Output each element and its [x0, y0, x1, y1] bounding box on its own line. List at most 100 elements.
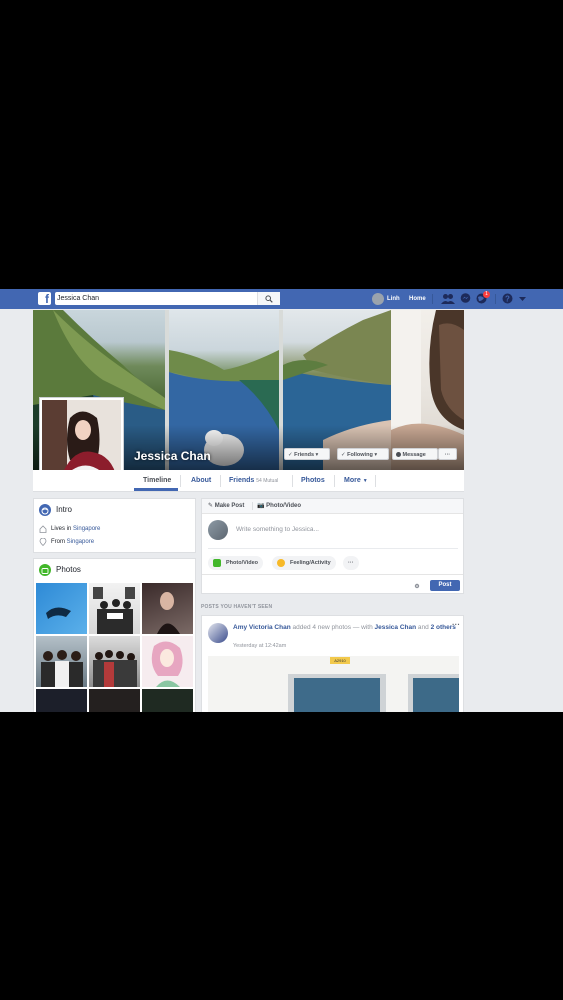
- pencil-icon: ✎: [208, 503, 214, 509]
- post-composer: ✎ Make Post 📷 Photo/Video Write somethin…: [201, 498, 464, 594]
- photo-thumbnail[interactable]: [36, 636, 87, 687]
- post-author-avatar[interactable]: [208, 623, 228, 643]
- from-link[interactable]: Singapore: [67, 539, 94, 545]
- search-icon: [265, 295, 273, 303]
- photos-title: Photos: [56, 565, 81, 574]
- friend-requests-icon[interactable]: [441, 293, 455, 305]
- post-timestamp[interactable]: Yesterday at 12:42am: [233, 643, 286, 649]
- topbar-divider: [432, 294, 433, 304]
- photo-video-button[interactable]: Photo/Video: [208, 556, 263, 570]
- post-header-text: Amy Victoria Chan added 4 new photos — w…: [233, 623, 458, 633]
- home-link[interactable]: Home: [409, 289, 426, 309]
- check-icon: ✓: [341, 452, 346, 458]
- post-tagged-link[interactable]: Jessica Chan: [375, 624, 417, 631]
- post-author-link[interactable]: Amy Victoria Chan: [233, 624, 291, 631]
- post-and-text: and: [416, 624, 431, 631]
- composer-footer-divider: [202, 574, 463, 575]
- location-pin-icon: [39, 538, 47, 546]
- photo-icon: [213, 559, 221, 567]
- home-icon: [39, 525, 47, 533]
- photo-video-button-label: Photo/Video: [226, 560, 258, 566]
- post-button[interactable]: Post: [430, 580, 460, 591]
- composer-avatar: [208, 520, 228, 540]
- photo-thumbnail[interactable]: [89, 636, 140, 687]
- tab-make-post[interactable]: ✎ Make Post: [208, 499, 244, 513]
- check-icon: ✓: [288, 452, 293, 458]
- mutual-friends-count: 54 Mutual: [256, 478, 279, 484]
- profile-nav: Timeline About Friends 54 Mutual Photos …: [33, 470, 464, 492]
- photos-icon: [39, 564, 51, 576]
- nav-divider: [180, 475, 181, 487]
- tab-divider: [252, 502, 253, 510]
- intro-title: Intro: [56, 505, 73, 514]
- nav-divider: [220, 475, 221, 487]
- from-prefix: From: [51, 539, 67, 545]
- section-header: POSTS YOU HAVEN'T SEEN: [201, 604, 273, 610]
- make-post-label: Make Post: [214, 503, 245, 509]
- svg-text:?: ?: [505, 294, 510, 303]
- post-photo-scene: [208, 656, 459, 712]
- tab-active-indicator: [134, 488, 178, 491]
- chevron-down-icon: ▼: [362, 478, 368, 484]
- tab-photo-video[interactable]: 📷 Photo/Video: [257, 499, 301, 513]
- tab-about[interactable]: About: [191, 470, 211, 491]
- nav-divider: [292, 475, 293, 487]
- tab-friends[interactable]: Friends 54 Mutual: [229, 470, 278, 491]
- photo-thumbnail[interactable]: [36, 689, 87, 712]
- feed-post: Amy Victoria Chan added 4 new photos — w…: [201, 615, 464, 712]
- photo-thumbnail[interactable]: [142, 636, 193, 687]
- friends-button[interactable]: ✓ Friends ▾: [284, 448, 330, 460]
- facebook-logo-icon[interactable]: f: [38, 292, 51, 306]
- smiley-icon: [277, 559, 285, 567]
- nav-divider: [334, 475, 335, 487]
- more-composer-options-button[interactable]: ···: [343, 556, 359, 570]
- post-photo[interactable]: A2910: [208, 656, 459, 712]
- chevron-down-icon: ▾: [374, 452, 378, 458]
- composer-divider: [208, 548, 458, 549]
- user-name-link[interactable]: Linh: [387, 289, 400, 309]
- search-button[interactable]: [257, 292, 280, 305]
- photo-video-tab-label: Photo/Video: [266, 503, 302, 509]
- help-icon[interactable]: ?: [502, 293, 513, 304]
- feeling-activity-label: Feeling/Activity: [290, 560, 331, 566]
- photo-thumbnail[interactable]: [36, 583, 87, 634]
- nav-divider: [375, 475, 376, 487]
- lives-in-link[interactable]: Singapore: [73, 526, 100, 532]
- topbar-divider: [495, 294, 496, 304]
- post-action-text: added 4 new photos — with: [290, 624, 375, 631]
- messenger-icon: [396, 452, 401, 457]
- messenger-icon[interactable]: [460, 293, 471, 304]
- user-avatar[interactable]: [372, 293, 384, 305]
- notification-badge: 1: [483, 291, 490, 298]
- photo-thumbnail[interactable]: [142, 689, 193, 712]
- search-box[interactable]: Jessica Chan: [55, 292, 280, 305]
- photo-thumbnail[interactable]: [142, 583, 193, 634]
- more-options-button[interactable]: ···: [438, 448, 457, 460]
- message-button[interactable]: Message: [392, 448, 438, 460]
- facebook-screen: f Jessica Chan Linh Home 1 ? Jessica Cha…: [0, 289, 563, 712]
- tab-more-label: More: [344, 477, 361, 484]
- tab-more[interactable]: More ▼: [344, 470, 368, 491]
- search-input[interactable]: Jessica Chan: [57, 292, 99, 305]
- camera-icon: 📷: [257, 503, 265, 509]
- following-button[interactable]: ✓ Following ▾: [337, 448, 389, 460]
- tab-friends-label: Friends: [229, 477, 255, 484]
- tab-photos[interactable]: Photos: [301, 470, 325, 491]
- photos-card: Photos: [33, 558, 196, 712]
- intro-card: Intro Lives in Singapore From Singapore: [33, 498, 196, 553]
- post-photo-sign-text: A2910: [334, 658, 346, 663]
- post-menu-button[interactable]: ···: [452, 620, 460, 629]
- chevron-down-icon: ▾: [315, 452, 319, 458]
- feeling-activity-button[interactable]: Feeling/Activity: [272, 556, 336, 570]
- photo-thumbnail[interactable]: [89, 689, 140, 712]
- composer-input[interactable]: Write something to Jessica...: [236, 526, 319, 533]
- gear-icon[interactable]: [414, 583, 420, 589]
- intro-globe-icon: [39, 504, 51, 516]
- friends-button-label: Friends: [294, 452, 315, 458]
- photo-thumbnail[interactable]: [89, 583, 140, 634]
- following-button-label: Following: [347, 452, 373, 458]
- account-dropdown-icon[interactable]: [519, 297, 526, 302]
- profile-name[interactable]: Jessica Chan: [134, 449, 211, 463]
- message-button-label: Message: [402, 452, 426, 458]
- lives-in-line: Lives in Singapore: [51, 526, 100, 532]
